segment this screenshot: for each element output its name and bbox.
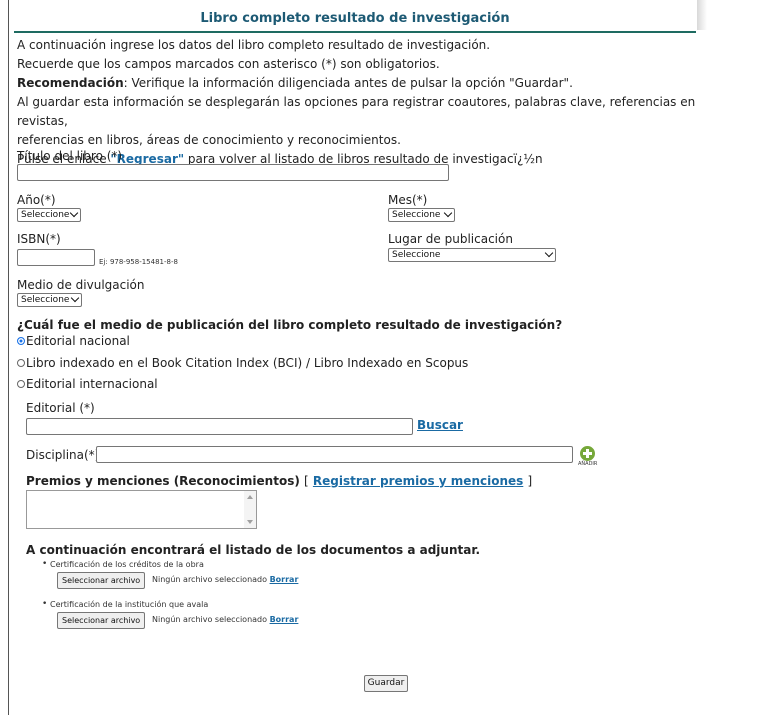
- file-status-text: Ningún archivo seleccionado: [152, 575, 268, 584]
- chevron-down-icon: [70, 293, 80, 303]
- guardar-button[interactable]: Guardar: [364, 675, 408, 692]
- publication-question: ¿Cuál fue el medio de publicación del li…: [17, 318, 563, 332]
- recommendation-label: Recomendación: [17, 76, 124, 90]
- anio-select-value: Seleccione: [21, 210, 70, 220]
- premios-row: Premios y menciones (Reconocimientos) [ …: [26, 474, 532, 488]
- medio-label: Medio de divulgación: [17, 278, 145, 292]
- document-item-label: Certificación de la institución que aval…: [42, 599, 208, 609]
- disciplina-label: Disciplina(*): [26, 448, 100, 462]
- file-status: Ningún archivo seleccionado Borrar: [152, 575, 298, 584]
- radio-label: Libro indexado en el Book Citation Index…: [26, 356, 469, 370]
- registrar-premios-link[interactable]: Registrar premios y menciones: [313, 474, 523, 488]
- mes-select[interactable]: Seleccione: [388, 208, 455, 222]
- medio-select[interactable]: Seleccione: [17, 293, 82, 307]
- titulo-label: Título del libro (*): [17, 149, 123, 163]
- radio-label: Editorial nacional: [26, 334, 130, 348]
- textarea-scrollbar[interactable]: [244, 491, 256, 528]
- file-status-text: Ningún archivo seleccionado: [152, 615, 268, 624]
- intro-line-5: referencias en libros, áreas de conocimi…: [17, 133, 401, 147]
- lugar-label: Lugar de publicación: [388, 232, 513, 246]
- intro-line-4: Al guardar esta información se desplegar…: [17, 95, 696, 128]
- intro-line-2: Recuerde que los campos marcados con ast…: [17, 57, 440, 71]
- mes-label: Mes(*): [388, 193, 428, 207]
- radio-label: Editorial internacional: [26, 377, 158, 391]
- radio-libro-indexado[interactable]: Libro indexado en el Book Citation Index…: [17, 356, 468, 370]
- add-icon[interactable]: [580, 446, 595, 461]
- lugar-select[interactable]: Seleccione: [388, 248, 556, 262]
- borrar-link[interactable]: Borrar: [270, 575, 299, 584]
- select-file-button[interactable]: Seleccionar archivo: [57, 612, 146, 629]
- medio-select-value: Seleccione: [21, 295, 70, 305]
- premios-label: Premios y menciones (Reconocimientos): [26, 474, 300, 488]
- radio-editorial-nacional[interactable]: Editorial nacional: [17, 334, 130, 348]
- borrar-link[interactable]: Borrar: [270, 615, 299, 624]
- radio-editorial-internacional[interactable]: Editorial internacional: [17, 377, 158, 391]
- editorial-input[interactable]: [26, 418, 413, 435]
- mes-select-value: Seleccione: [392, 210, 441, 220]
- isbn-label: ISBN(*): [17, 232, 61, 246]
- chevron-down-icon: [544, 248, 554, 258]
- isbn-hint: Ej: 978-958-15481-8-8: [99, 258, 178, 266]
- bracket-open: [: [304, 474, 309, 488]
- buscar-link[interactable]: Buscar: [417, 418, 463, 432]
- radio-unselected-icon: [17, 380, 25, 388]
- chevron-down-icon: [443, 208, 453, 218]
- document-item-label: Certificación de los créditos de la obra: [42, 559, 204, 569]
- edge-shadow: [697, 0, 707, 30]
- disciplina-input[interactable]: [96, 446, 573, 463]
- titulo-input[interactable]: [17, 164, 449, 181]
- lugar-select-value: Seleccione: [392, 250, 441, 260]
- recommendation-text: : Verifique la información diligenciada …: [123, 76, 573, 90]
- anio-label: Año(*): [17, 193, 56, 207]
- file-status: Ningún archivo seleccionado Borrar: [152, 615, 298, 624]
- bracket-close: ]: [527, 474, 533, 488]
- isbn-input[interactable]: [17, 249, 95, 266]
- select-file-button[interactable]: Seleccionar archivo: [57, 572, 146, 589]
- page-title: Libro completo resultado de investigació…: [200, 11, 510, 26]
- title-divider: [14, 31, 696, 33]
- chevron-down-icon: [69, 208, 79, 218]
- anio-select[interactable]: Seleccione: [17, 208, 81, 222]
- documents-heading: A continuación encontrará el listado de …: [26, 543, 481, 557]
- premios-textarea[interactable]: [26, 490, 257, 529]
- radio-unselected-icon: [17, 359, 25, 367]
- recommendation: Recomendación: Verifique la información …: [17, 74, 707, 93]
- intro-line-1: A continuación ingrese los datos del lib…: [17, 38, 491, 52]
- editorial-label: Editorial (*): [26, 401, 95, 415]
- radio-selected-icon: [17, 337, 25, 345]
- add-label[interactable]: AÑADIR: [578, 461, 597, 467]
